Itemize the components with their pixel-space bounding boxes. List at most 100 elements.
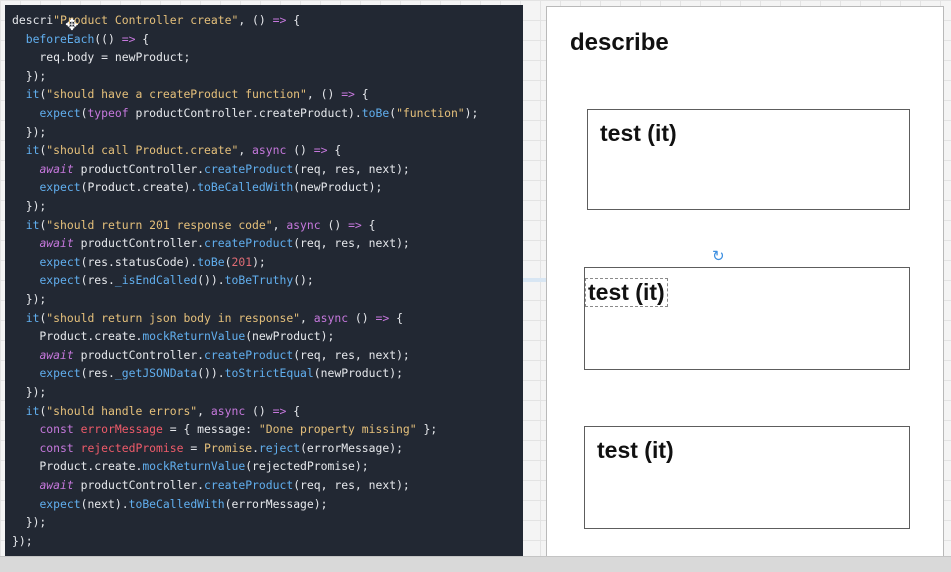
test-box-2[interactable]: test (it): [584, 267, 910, 370]
code-token: (Product.create).: [80, 180, 198, 195]
code-token: });: [12, 68, 47, 83]
code-token: "should handle errors": [46, 403, 198, 418]
code-token: createProduct: [204, 347, 294, 362]
code-token: =>: [348, 217, 362, 232]
diagram-canvas[interactable]: describe test (it) ↻ test (it) test (it): [546, 6, 944, 562]
code-token: {: [286, 403, 301, 418]
code-token: , (): [306, 87, 342, 102]
code-token: (newProduct);: [313, 366, 403, 381]
code-token: =>: [375, 310, 390, 325]
code-line: it("should return 201 response code", as…: [12, 216, 376, 235]
code-token: "function": [396, 106, 465, 120]
code-token: const: [39, 422, 74, 437]
code-token: descri: [12, 13, 54, 27]
code-editor[interactable]: ✥ descri"Product Controller create", () …: [5, 5, 523, 556]
code-token: ((): [94, 31, 122, 46]
code-token: it: [25, 217, 40, 232]
test-label-3[interactable]: test (it): [597, 437, 674, 464]
code-token: req.body = newProduct;: [12, 50, 191, 65]
code-line: Product.create.mockReturnValue(newProduc…: [12, 327, 334, 346]
code-line: expect(Product.create).toBeCalledWith(ne…: [12, 178, 382, 197]
code-line: beforeEach(() => {: [12, 30, 149, 49]
code-token: toBeCalledWith: [128, 496, 225, 511]
code-line: });: [12, 197, 47, 216]
code-token: createProduct: [204, 236, 294, 251]
code-token: {: [361, 217, 376, 232]
code-token: (): [286, 143, 314, 158]
code-line: const errorMessage = { message: "Done pr…: [12, 420, 437, 439]
code-line: await productController.createProduct(re…: [12, 476, 409, 495]
code-line: });: [12, 123, 47, 142]
code-line: expect(res._isEndCalled()).toBeTruthy();: [12, 271, 314, 290]
code-line: });: [12, 383, 47, 402]
code-line: it("should have a createProduct function…: [12, 85, 369, 104]
code-token: =>: [121, 31, 136, 46]
bottom-scrollbar[interactable]: [0, 556, 951, 572]
code-token: async: [313, 310, 349, 325]
code-token: it: [25, 143, 40, 158]
code-token: ,: [300, 310, 314, 325]
code-token: (res.: [80, 366, 115, 381]
code-token: await: [39, 236, 74, 251]
code-line: expect(typeof productController.createPr…: [12, 104, 478, 123]
code-token: = { message:: [162, 422, 259, 437]
code-token: );: [252, 254, 266, 269]
code-line: expect(res.statusCode).toBe(201);: [12, 253, 266, 272]
code-token: });: [12, 199, 47, 213]
code-token: productController.: [73, 236, 205, 251]
code-token: errorMessage: [80, 422, 163, 437]
code-token: =>: [341, 87, 355, 102]
code-token: ,: [197, 403, 211, 418]
test-box-3[interactable]: test (it): [584, 426, 910, 529]
code-line: expect(next).toBeCalledWith(errorMessage…: [12, 495, 328, 514]
code-line: await productController.createProduct(re…: [12, 160, 410, 179]
code-token: productController.: [73, 478, 205, 492]
code-token: (newProduct);: [293, 180, 383, 195]
rotate-icon[interactable]: ↻: [712, 247, 725, 265]
code-token: (): [320, 217, 349, 232]
code-line: it("should call Product.create", async (…: [12, 141, 342, 160]
code-token: (req, res, next);: [293, 161, 410, 176]
test-box-1[interactable]: test (it): [587, 109, 910, 210]
code-token: await: [39, 478, 74, 492]
code-line: });: [12, 290, 47, 309]
code-line: const rejectedPromise = Promise.reject(e…: [12, 439, 403, 458]
code-token: ,: [238, 143, 253, 158]
code-token: });: [12, 515, 47, 530]
code-token: mockReturnValue: [142, 329, 246, 344]
code-token: productController.createProduct).: [128, 106, 362, 120]
code-line: await productController.createProduct(re…: [12, 234, 409, 253]
code-token: {: [286, 13, 301, 27]
code-token: await: [39, 347, 74, 362]
code-token: typeof: [87, 106, 129, 120]
test-label-1[interactable]: test (it): [600, 120, 677, 147]
code-token: (req, res, next);: [293, 347, 410, 362]
code-token: productController.: [73, 347, 205, 362]
code-token: (newProduct);: [245, 329, 335, 344]
code-token: });: [12, 385, 47, 399]
code-token: rejectedPromise: [80, 440, 184, 455]
code-token: ();: [293, 273, 314, 288]
describe-title[interactable]: describe: [570, 29, 669, 57]
code-token: Product.create.: [12, 329, 143, 344]
code-token: (errorMessage);: [224, 496, 328, 511]
code-token: };: [416, 422, 438, 437]
test-label-2-selected[interactable]: test (it): [585, 278, 668, 307]
code-token: });: [12, 124, 47, 139]
code-token: _getJSONData: [114, 366, 198, 381]
code-token: 201: [231, 254, 253, 269]
code-token: async: [210, 403, 246, 418]
code-token: toBe: [197, 254, 225, 269]
code-token: createProduct: [204, 161, 294, 176]
code-token: ,: [272, 217, 287, 232]
